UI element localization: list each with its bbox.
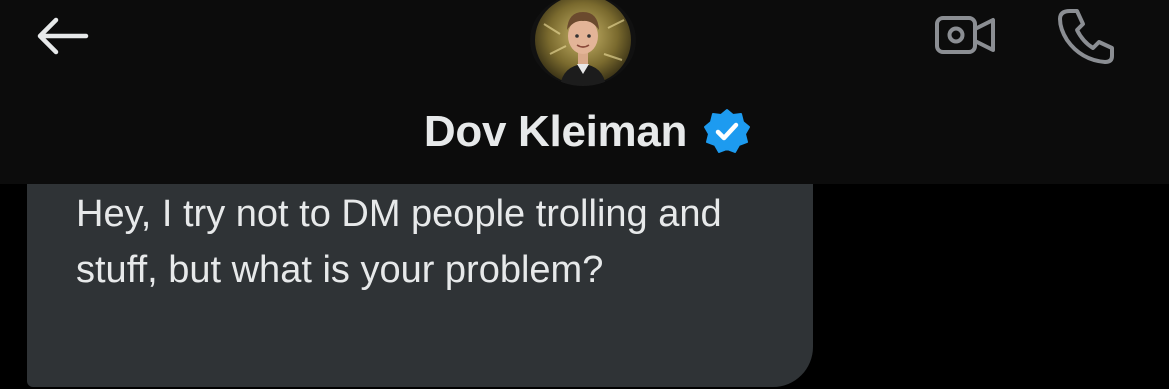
video-call-icon bbox=[935, 16, 995, 54]
message-text: Hey, I try not to DM people trolling and… bbox=[76, 193, 722, 291]
avatar-image bbox=[530, 0, 636, 86]
conversation-header: Dov Kleiman bbox=[0, 0, 1169, 184]
arrow-left-icon bbox=[37, 17, 89, 55]
verified-badge-icon bbox=[703, 108, 751, 156]
conversation-title: Dov Kleiman bbox=[0, 100, 1169, 164]
dm-conversation-screen: Hey, I try not to DM people trolling and… bbox=[0, 0, 1169, 389]
phone-icon bbox=[1058, 9, 1114, 64]
voice-call-button[interactable] bbox=[1050, 6, 1120, 66]
profile-avatar[interactable] bbox=[530, 0, 636, 86]
video-call-button[interactable] bbox=[930, 10, 1000, 60]
back-button[interactable] bbox=[30, 12, 92, 60]
display-name[interactable]: Dov Kleiman bbox=[424, 107, 688, 157]
